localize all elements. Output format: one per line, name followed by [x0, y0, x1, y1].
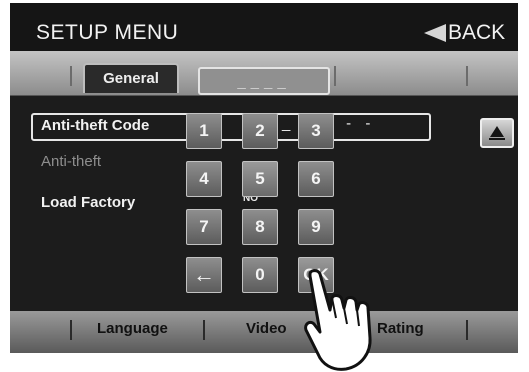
key-1[interactable]: 1 [186, 113, 222, 149]
arrow-up-icon [490, 126, 504, 137]
page-title: SETUP MENU [36, 21, 179, 44]
key-2[interactable]: 2 [242, 113, 278, 149]
tab-divider [466, 66, 468, 86]
tab-divider [70, 66, 72, 86]
back-label: BACK [448, 21, 506, 44]
key-4[interactable]: 4 [186, 161, 222, 197]
tab-divider [70, 320, 72, 340]
key-7[interactable]: 7 [186, 209, 222, 245]
key-3[interactable]: 3 [298, 113, 334, 149]
tab-code[interactable]: ____ [198, 67, 330, 95]
tab-divider [334, 66, 336, 86]
key-0[interactable]: 0 [242, 257, 278, 293]
pointing-hand-icon [304, 269, 372, 371]
backspace-key[interactable]: ← [186, 257, 222, 293]
key-9[interactable]: 9 [298, 209, 334, 245]
tab-divider [203, 320, 205, 340]
load-factory-label[interactable]: Load Factory [41, 194, 135, 211]
antitheft-label: Anti-theft [41, 153, 102, 170]
key-6[interactable]: 6 [298, 161, 334, 197]
tab-divider [466, 320, 468, 340]
scroll-up-button[interactable] [480, 118, 514, 148]
key-5[interactable]: 5 [242, 161, 278, 197]
tab-video[interactable]: Video [246, 320, 287, 337]
tab-language[interactable]: Language [97, 320, 168, 337]
key-8[interactable]: 8 [242, 209, 278, 245]
left-arrow-icon [424, 24, 446, 42]
tab-general[interactable]: General [83, 63, 179, 93]
back-button[interactable]: BACK [424, 21, 505, 45]
antitheft-code-label: Anti-theft Code [41, 117, 150, 134]
